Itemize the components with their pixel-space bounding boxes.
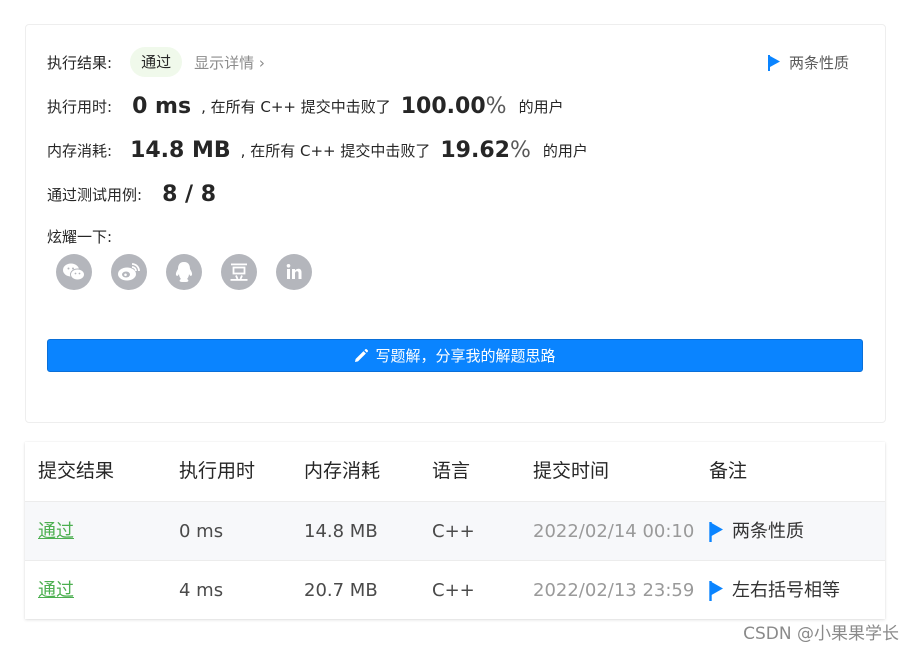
douban-icon[interactable] (221, 254, 257, 290)
header-status: 提交结果 (38, 460, 115, 482)
result-label: 执行结果: (47, 53, 113, 72)
submission-language: C++ (432, 580, 475, 601)
header-language: 语言 (432, 460, 471, 482)
note-label: 两条性质 (788, 54, 849, 72)
watermark: CSDN @小果果学长 (743, 624, 899, 644)
testcases-label: 通过测试用例: (47, 186, 143, 204)
header-note: 备注 (709, 460, 748, 482)
table-row[interactable]: 通过 4 ms 20.7 MB C++ 2022/02/13 23:59 左右括… (25, 560, 885, 620)
write-solution-button[interactable]: 写题解，分享我的解题思路 (47, 339, 863, 372)
submission-memory: 20.7 MB (304, 580, 378, 601)
status-badge: 通过 (130, 47, 183, 77)
memory-beat-text: , 在所有 C++ 提交中击败了 (240, 142, 431, 160)
memory-percent-sign: % (509, 138, 531, 163)
flag-icon (709, 580, 723, 601)
submission-note-label: 两条性质 (732, 521, 804, 542)
runtime-percent: 100.00 (400, 94, 486, 119)
qq-icon[interactable] (166, 254, 202, 290)
testcases-value: 8 / 8 (162, 182, 217, 207)
linkedin-icon[interactable] (276, 254, 312, 290)
result-card: 执行结果: 通过 显示详情 › 两条性质 执行用时: 0 ms , 在所有 C+… (25, 24, 886, 423)
weibo-icon[interactable] (111, 254, 147, 290)
note-button[interactable]: 两条性质 (767, 52, 849, 73)
flag-icon (767, 54, 780, 71)
header-memory: 内存消耗 (304, 460, 381, 482)
memory-label: 内存消耗: (47, 142, 113, 160)
show-details-link[interactable]: 显示详情 › (194, 52, 265, 73)
submission-note-label: 左右括号相等 (732, 580, 840, 601)
testcases-row: 通过测试用例: 8 / 8 (47, 182, 216, 207)
table-header: 提交结果 执行用时 内存消耗 语言 提交时间 备注 (25, 442, 885, 501)
runtime-row: 执行用时: 0 ms , 在所有 C++ 提交中击败了 100.00 % 的用户 (47, 94, 564, 119)
memory-percent: 19.62 (440, 138, 510, 163)
runtime-value: 0 ms (132, 94, 192, 119)
share-label: 炫耀一下: (47, 228, 113, 246)
submission-runtime: 4 ms (179, 580, 224, 601)
submission-status-link[interactable]: 通过 (38, 561, 74, 620)
runtime-label: 执行用时: (47, 98, 113, 116)
share-icons (56, 254, 331, 290)
submission-note[interactable]: 左右括号相等 (709, 561, 840, 620)
share-row: 炫耀一下: (47, 226, 112, 247)
submissions-table: 提交结果 执行用时 内存消耗 语言 提交时间 备注 通过 0 ms 14.8 M… (25, 442, 885, 619)
runtime-percent-sign: % (485, 94, 507, 119)
runtime-beat-text: , 在所有 C++ 提交中击败了 (201, 98, 391, 116)
submission-language: C++ (432, 521, 475, 542)
runtime-suffix: 的用户 (518, 98, 564, 116)
submission-note[interactable]: 两条性质 (709, 502, 804, 561)
pencil-icon (355, 348, 369, 362)
write-solution-label: 写题解，分享我的解题思路 (375, 347, 556, 365)
memory-value: 14.8 MB (130, 138, 231, 163)
table-row[interactable]: 通过 0 ms 14.8 MB C++ 2022/02/14 00:10 两条性… (25, 501, 885, 561)
header-runtime: 执行用时 (179, 460, 256, 482)
submission-time: 2022/02/13 23:59 (533, 580, 695, 601)
submission-runtime: 0 ms (179, 521, 224, 542)
flag-icon (709, 521, 723, 542)
submission-time: 2022/02/14 00:10 (533, 521, 695, 542)
wechat-icon[interactable] (56, 254, 92, 290)
header-submit-time: 提交时间 (533, 460, 610, 482)
memory-suffix: 的用户 (542, 142, 588, 160)
memory-row: 内存消耗: 14.8 MB , 在所有 C++ 提交中击败了 19.62 % 的… (47, 138, 588, 163)
submission-memory: 14.8 MB (304, 521, 378, 542)
submission-status-link[interactable]: 通过 (38, 502, 74, 561)
result-row: 执行结果: 通过 显示详情 › (47, 47, 265, 77)
